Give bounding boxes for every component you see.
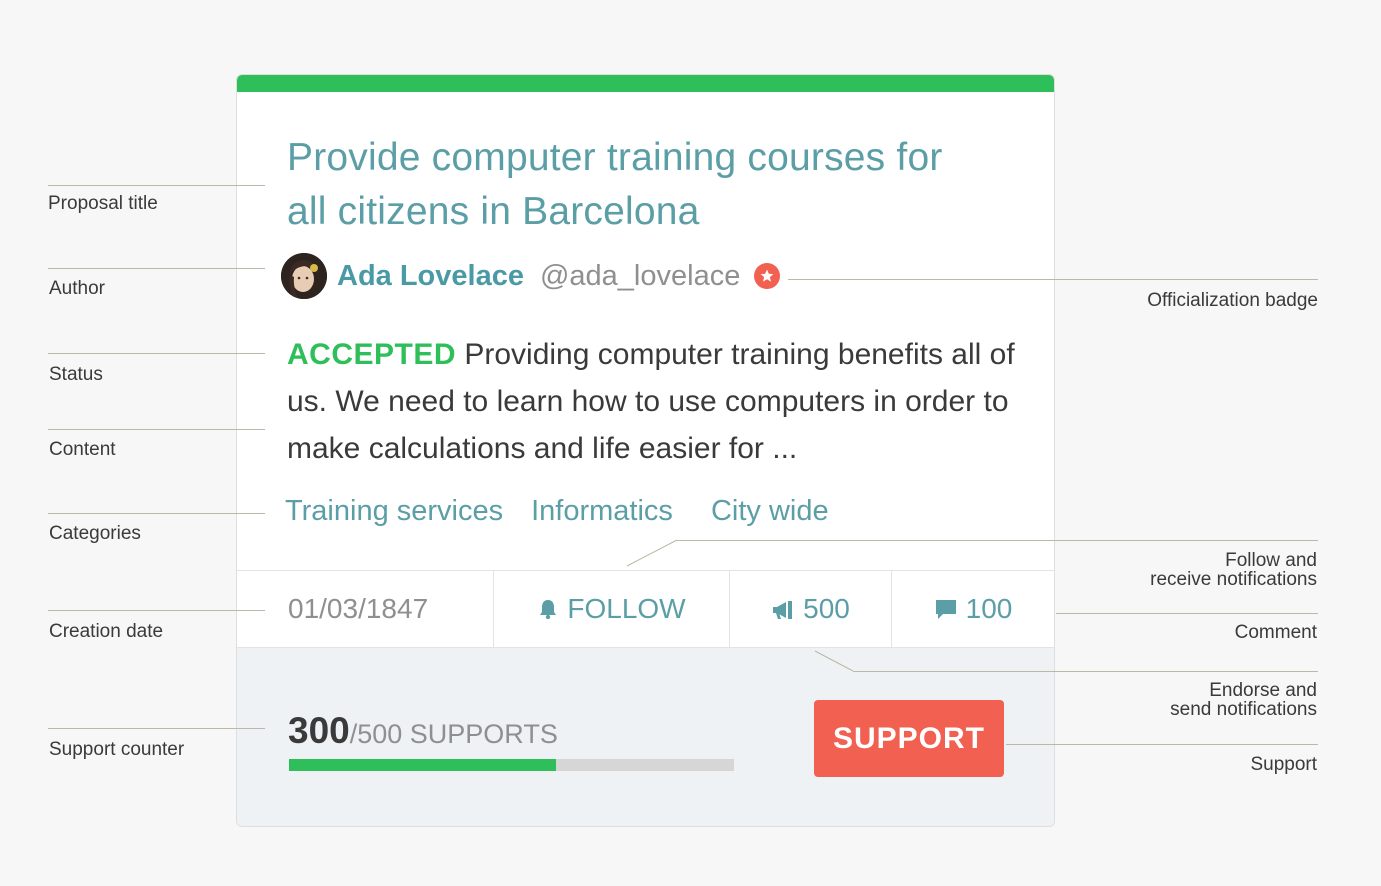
annotation-follow-line1: Follow and bbox=[1225, 550, 1317, 571]
annotation-connectors bbox=[626, 539, 854, 672]
annotation-support: Support bbox=[1250, 754, 1317, 775]
annotation-follow-line2: receive notifications bbox=[1150, 569, 1317, 590]
annotation-comment: Comment bbox=[1234, 622, 1317, 643]
annotation-endorse-line2: send notifications bbox=[1170, 699, 1317, 720]
annotation-endorse-line1: Endorse and bbox=[1209, 680, 1317, 701]
annotation-officialization-badge: Officialization badge bbox=[1147, 290, 1318, 311]
